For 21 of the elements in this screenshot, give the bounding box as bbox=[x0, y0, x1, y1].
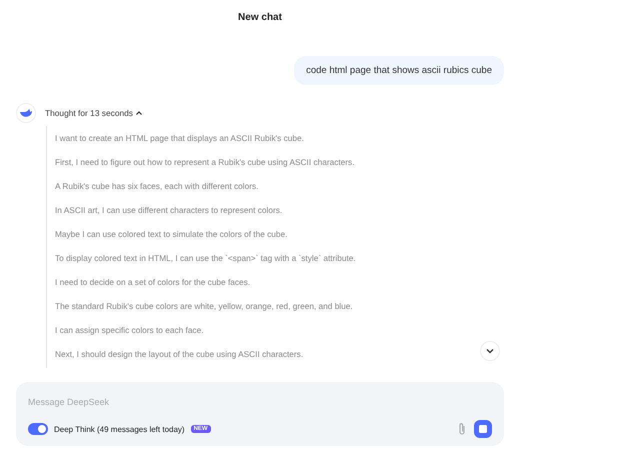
stop-button[interactable] bbox=[474, 420, 492, 438]
scroll-down-button[interactable] bbox=[480, 341, 500, 361]
user-message: code html page that shows ascii rubics cube bbox=[294, 56, 504, 85]
chevron-down-icon bbox=[485, 346, 495, 356]
thought-paragraph: To display colored text in HTML, I can use the `<span>` tag with a `style` attribute. bbox=[55, 252, 356, 265]
thought-paragraph: The standard Rubik's cube colors are white, yellow, orange, red, green, and blue. bbox=[55, 300, 353, 313]
thought-paragraph: First, I need to figure out how to represent a Rubik's cube using ASCII characters. bbox=[55, 156, 355, 169]
thought-paragraph: Maybe I can use colored text to simulate the colors of the cube. bbox=[55, 228, 288, 241]
thought-toggle[interactable]: Thought for 13 seconds bbox=[45, 108, 143, 118]
stop-icon bbox=[479, 425, 487, 433]
thought-paragraph: A Rubik's cube has six faces, each with different colors. bbox=[55, 180, 258, 193]
thought-paragraph: Next, I should design the layout of the cube using ASCII characters. bbox=[55, 348, 304, 361]
thought-paragraph: I can assign specific colors to each face. bbox=[55, 324, 204, 337]
chat-title: New chat bbox=[237, 11, 283, 25]
deep-think-switch[interactable] bbox=[28, 423, 48, 435]
thought-paragraph: I want to create an HTML page that displays an ASCII Rubik's cube. bbox=[55, 132, 304, 145]
thought-paragraph: In ASCII art, I can use different characters to represent colors. bbox=[55, 204, 282, 217]
thought-paragraph: I need to decide on a set of colors for the cube faces. bbox=[55, 276, 250, 289]
message-input[interactable]: Message DeepSeek bbox=[28, 392, 492, 412]
deep-think-label: Deep Think (49 messages left today) bbox=[54, 424, 185, 434]
caret-icon bbox=[135, 109, 143, 117]
